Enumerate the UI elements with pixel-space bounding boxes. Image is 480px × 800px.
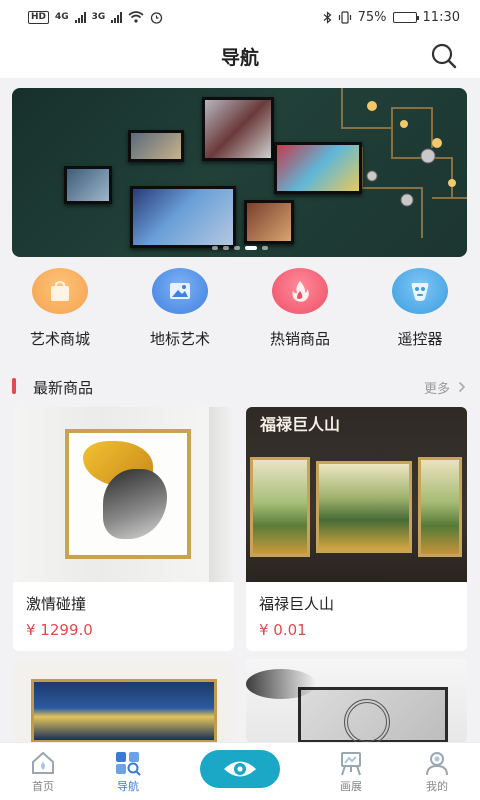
product-card[interactable] bbox=[13, 659, 234, 743]
section-header: 最新商品 更多 bbox=[0, 372, 480, 402]
easel-icon bbox=[341, 752, 361, 776]
banner-frame-2 bbox=[128, 130, 184, 162]
tab-label: 首页 bbox=[32, 780, 54, 793]
carousel-dot[interactable] bbox=[212, 246, 218, 250]
shopping-bag-icon bbox=[51, 281, 69, 301]
banner-carousel[interactable] bbox=[12, 88, 467, 257]
section-title: 最新商品 bbox=[33, 378, 94, 397]
section-accent-bar bbox=[12, 378, 16, 394]
carousel-dot[interactable] bbox=[245, 246, 257, 250]
product-name: 福禄巨人山 bbox=[259, 595, 335, 613]
category-hot-products[interactable]: 热销商品 bbox=[240, 268, 360, 360]
tab-gallery[interactable]: 画展 bbox=[311, 743, 391, 800]
hd-indicator: HD bbox=[28, 10, 50, 24]
banner-frame-5 bbox=[130, 186, 236, 248]
category-label: 艺术商城 bbox=[29, 330, 90, 348]
product-price: ¥ 0.01 bbox=[259, 621, 307, 639]
status-bar: HD 4G 3G 75% 11:30 bbox=[0, 0, 480, 34]
product-card[interactable]: 福禄巨人山 福禄巨人山 ¥ 0.01 bbox=[246, 407, 467, 651]
tab-profile[interactable]: 我的 bbox=[397, 743, 477, 800]
tab-home[interactable]: 首页 bbox=[3, 743, 83, 800]
search-icon bbox=[431, 43, 457, 69]
home-icon bbox=[32, 751, 54, 774]
category-row: 艺术商城 地标艺术 热销商品 遥控器 bbox=[0, 268, 480, 360]
status-right: 75% 11:30 bbox=[323, 10, 460, 25]
product-name: 激情碰撞 bbox=[26, 595, 87, 613]
tab-label: 导航 bbox=[117, 780, 139, 793]
category-label: 遥控器 bbox=[397, 330, 443, 348]
picture-icon bbox=[170, 283, 190, 299]
tab-navigation[interactable]: 导航 bbox=[88, 743, 168, 800]
category-icon-bg bbox=[272, 268, 328, 314]
category-landmark-art[interactable]: 地标艺术 bbox=[120, 268, 240, 360]
header: 导航 bbox=[0, 34, 480, 78]
category-icon-bg bbox=[152, 268, 208, 314]
product-card[interactable] bbox=[246, 659, 467, 743]
search-button[interactable] bbox=[428, 40, 460, 72]
network-type-1: 4G bbox=[55, 12, 69, 22]
product-image-caption: 福禄巨人山 bbox=[260, 415, 341, 434]
user-icon bbox=[426, 752, 448, 776]
tab-label: 我的 bbox=[426, 780, 448, 793]
carousel-dot[interactable] bbox=[223, 246, 229, 250]
grid-search-icon bbox=[116, 752, 141, 776]
battery-percent: 75% bbox=[357, 9, 387, 25]
category-art-mall[interactable]: 艺术商城 bbox=[0, 268, 120, 360]
remote-icon bbox=[411, 283, 429, 301]
product-image bbox=[13, 659, 234, 743]
product-card[interactable]: 激情碰撞 ¥ 1299.0 bbox=[13, 407, 234, 651]
category-remote[interactable]: 遥控器 bbox=[360, 268, 480, 360]
category-icon-bg bbox=[392, 268, 448, 314]
network-type-2: 3G bbox=[91, 12, 106, 22]
flame-icon bbox=[292, 281, 309, 302]
wifi-icon bbox=[128, 11, 144, 23]
category-label: 地标艺术 bbox=[149, 330, 210, 348]
banner-frame-4 bbox=[64, 166, 112, 204]
product-image bbox=[13, 407, 234, 582]
page-title: 导航 bbox=[220, 46, 259, 69]
alarm-icon bbox=[151, 11, 163, 24]
tab-label: 画展 bbox=[340, 780, 362, 793]
signal-icon bbox=[74, 11, 86, 23]
category-icon-bg bbox=[32, 268, 88, 314]
more-label: 更多 bbox=[423, 381, 450, 397]
bluetooth-icon bbox=[323, 10, 332, 24]
product-price: ¥ 1299.0 bbox=[26, 621, 93, 639]
eye-icon bbox=[224, 761, 256, 777]
chevron-right-icon bbox=[458, 381, 466, 393]
banner-frame-6 bbox=[244, 200, 294, 244]
category-label: 热销商品 bbox=[269, 330, 330, 348]
product-image bbox=[246, 659, 467, 743]
vibrate-icon bbox=[338, 10, 351, 24]
clock: 11:30 bbox=[422, 9, 460, 25]
banner-frame-3 bbox=[274, 142, 362, 194]
more-link[interactable]: 更多 bbox=[424, 378, 466, 397]
status-left: HD 4G 3G bbox=[28, 10, 163, 24]
carousel-dot[interactable] bbox=[262, 246, 268, 250]
battery-icon bbox=[392, 11, 419, 23]
carousel-dot[interactable] bbox=[234, 246, 240, 250]
signal-icon-2 bbox=[111, 11, 123, 23]
center-eye-button[interactable] bbox=[200, 750, 280, 788]
product-image: 福禄巨人山 bbox=[246, 407, 467, 582]
carousel-indicator bbox=[212, 246, 268, 250]
banner-frame-1 bbox=[202, 97, 274, 161]
